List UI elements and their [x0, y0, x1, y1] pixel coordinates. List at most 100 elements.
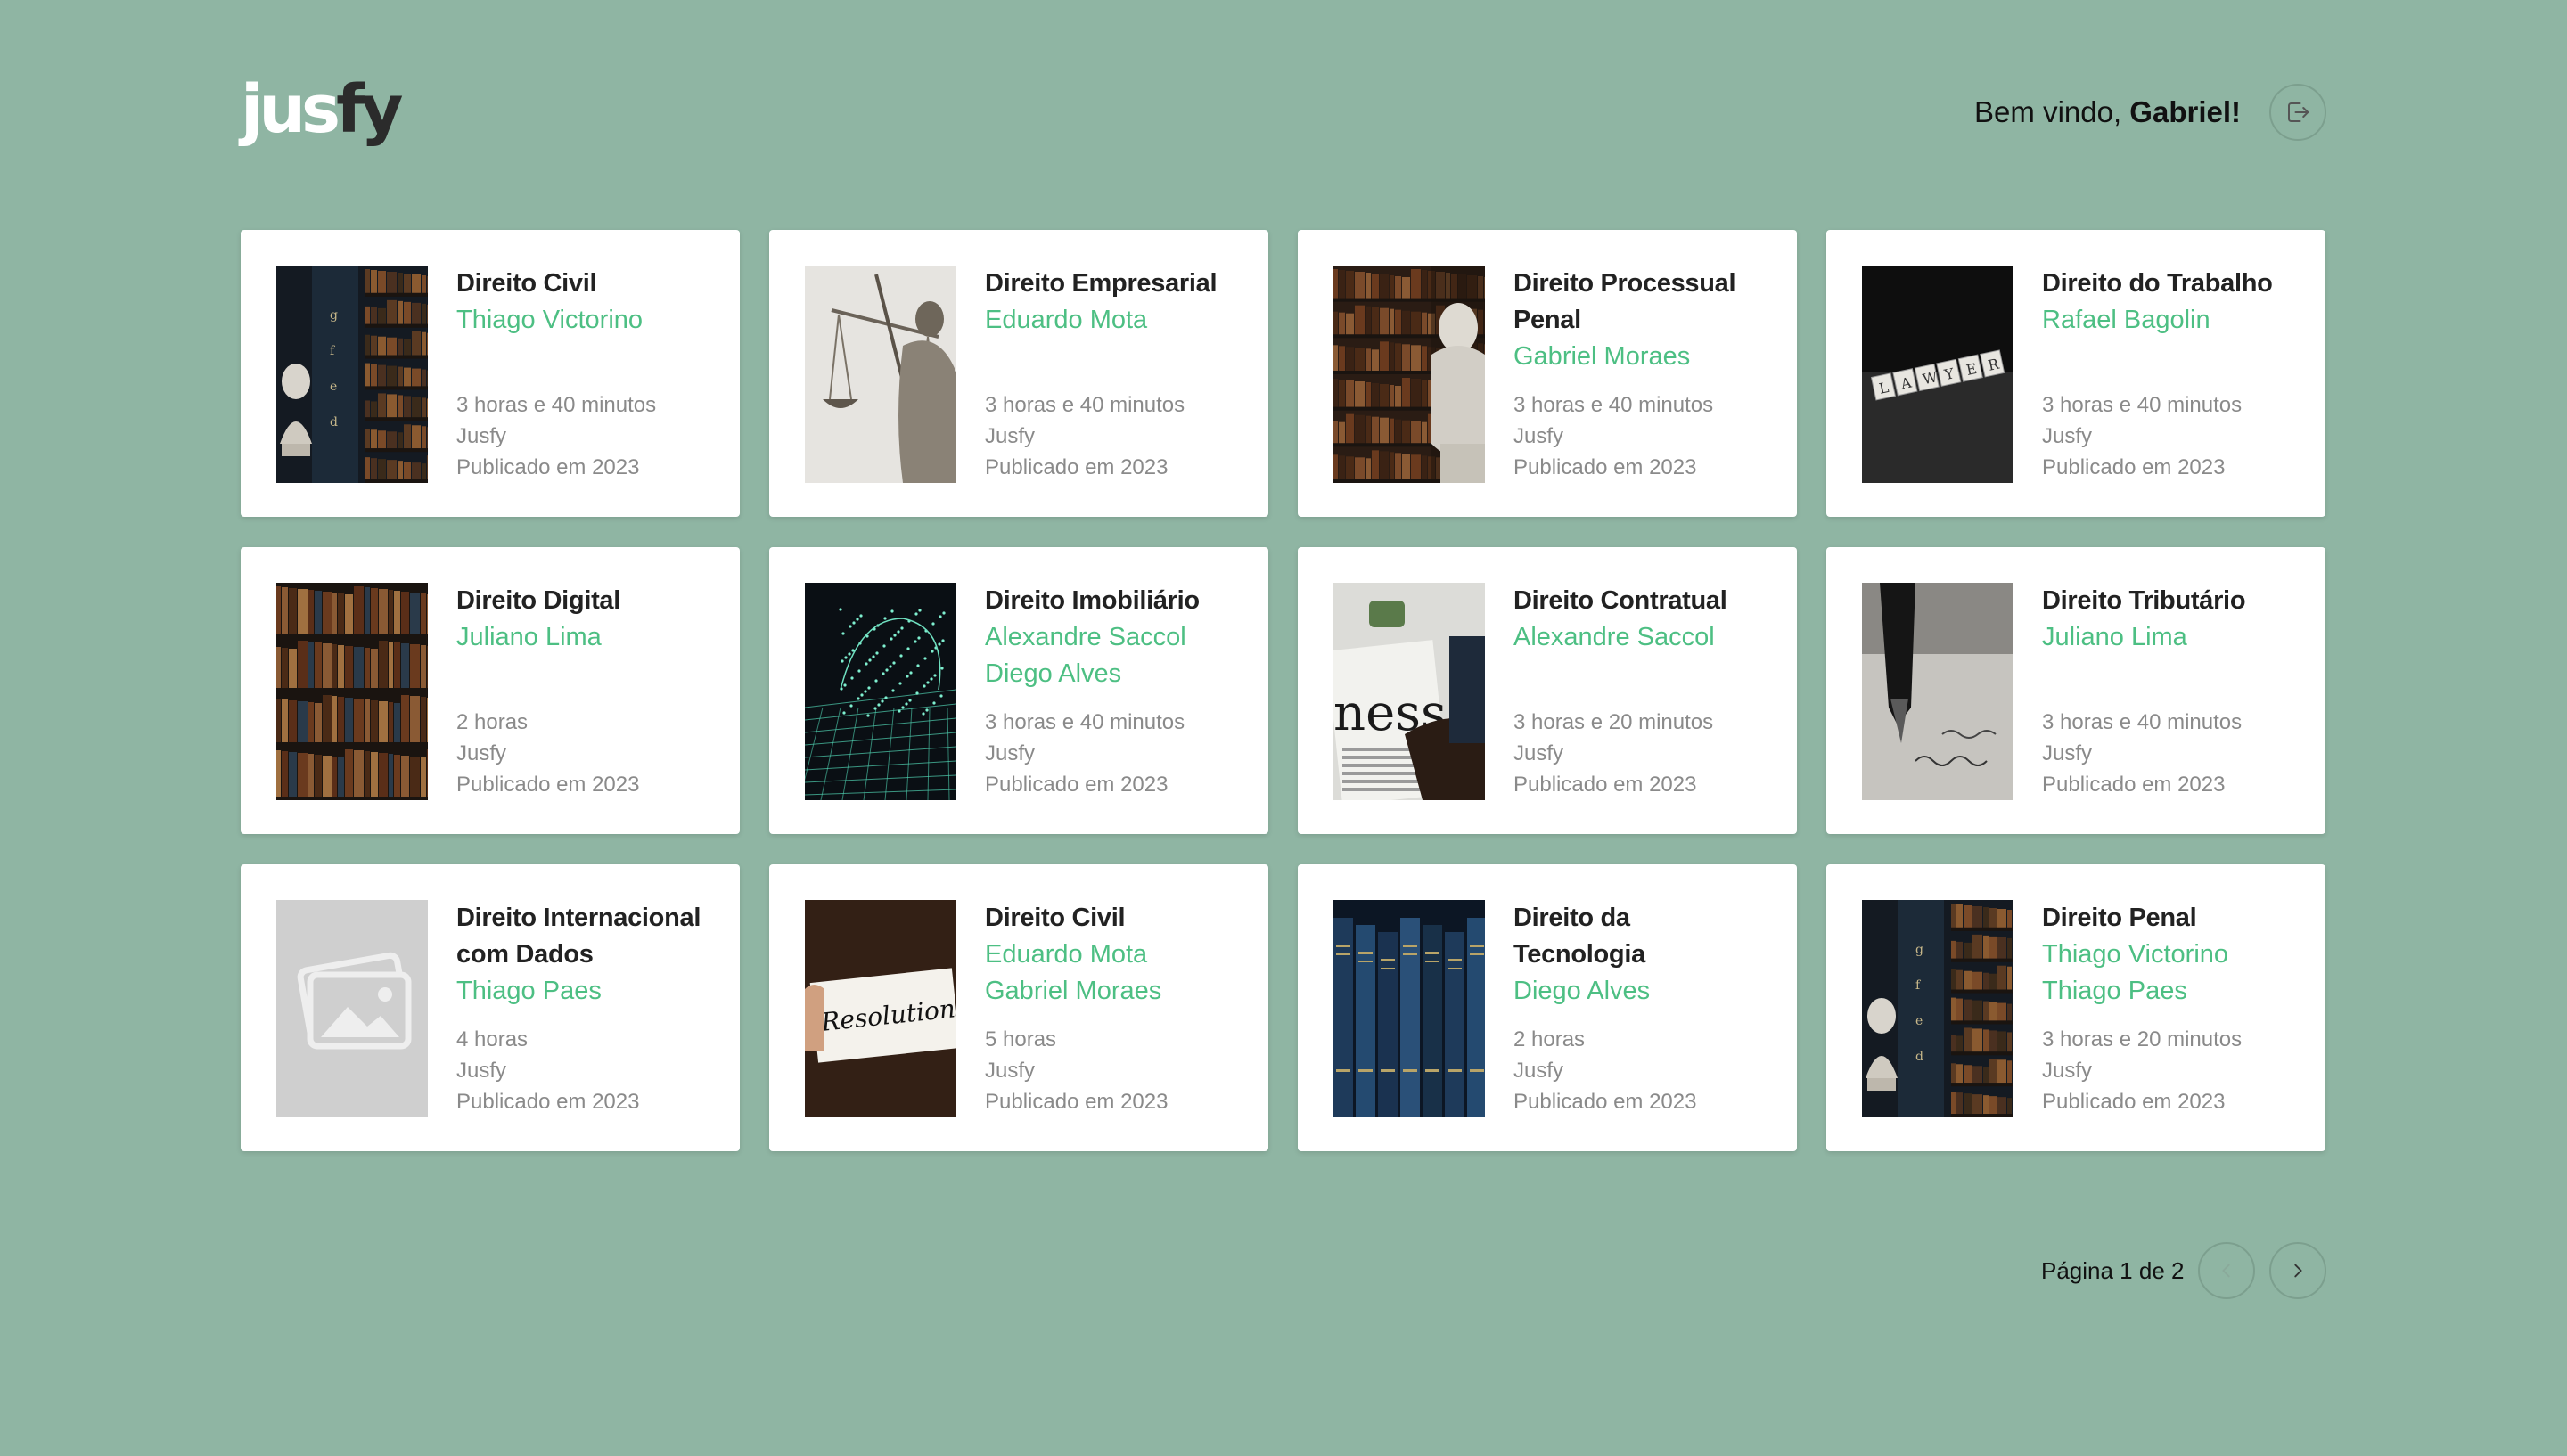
course-author[interactable]: Gabriel Moraes	[1513, 339, 1761, 375]
course-info: Direito da Tecnologia Diego Alves 2 horas J…	[1513, 900, 1761, 1117]
course-info: Direito Empresarial Eduardo Mota 3 horas e…	[985, 266, 1233, 483]
course-info: Direito Tributário Juliano Lima 3 horas e …	[2042, 583, 2290, 800]
course-card[interactable]: Direito Internacional com Dados Thiago Pa…	[241, 864, 740, 1151]
course-author[interactable]: Thiago Paes	[456, 973, 704, 1010]
course-card[interactable]: Direito da Tecnologia Diego Alves 2 horas J…	[1298, 864, 1797, 1151]
course-published-date: Publicado em 2023	[2042, 455, 2226, 479]
course-author[interactable]: Eduardo Mota	[985, 937, 1233, 973]
course-publisher: Jusfy	[1513, 424, 1564, 448]
next-page-button[interactable]	[2269, 1242, 2326, 1299]
course-published-date: Publicado em 2023	[456, 455, 640, 479]
course-title: Direito Processual Penal	[1513, 269, 1736, 334]
course-author[interactable]: Alexandre Saccol	[1513, 619, 1761, 656]
course-title: Direito Contratual	[1513, 586, 1727, 615]
user-name: Gabriel!	[2129, 95, 2241, 128]
jusfy-logo[interactable]: jusfy	[241, 77, 404, 143]
course-published-date: Publicado em 2023	[2042, 1090, 2226, 1114]
course-thumbnail	[276, 900, 428, 1117]
course-title: Direito Internacional com Dados	[456, 904, 701, 969]
course-info: Direito Digital Juliano Lima 2 horas Jusfy P…	[456, 583, 704, 800]
svg-text:d: d	[1915, 1050, 1923, 1064]
course-meta: 3 horas e 20 minutos Jusfy Publicado em 20…	[1513, 707, 1713, 800]
course-thumbnail: LAWYER	[1862, 266, 2013, 483]
course-meta: 3 horas e 40 minutos Jusfy Publicado em 20…	[985, 707, 1185, 800]
course-author[interactable]: Juliano Lima	[2042, 619, 2290, 656]
course-author[interactable]: Diego Alves	[1513, 973, 1761, 1010]
course-thumbnail	[1862, 583, 2013, 800]
course-card[interactable]: Direito Imobiliário Alexandre Saccol Diego…	[769, 547, 1268, 834]
course-title: Direito Civil	[456, 269, 597, 298]
svg-text:e: e	[1915, 1014, 1923, 1028]
course-publisher: Jusfy	[456, 424, 507, 448]
course-duration: 4 horas	[456, 1027, 529, 1051]
course-meta: 5 horas Jusfy Publicado em 2023	[985, 1024, 1168, 1117]
course-meta: 4 horas Jusfy Publicado em 2023	[456, 1024, 639, 1117]
course-publisher: Jusfy	[985, 424, 1036, 448]
prev-page-button[interactable]	[2198, 1242, 2255, 1299]
course-card[interactable]: Direito Empresarial Eduardo Mota 3 horas e…	[769, 230, 1268, 517]
course-author[interactable]: Thiago Paes	[2042, 973, 2290, 1010]
course-publisher: Jusfy	[985, 741, 1036, 765]
course-title: Direito da Tecnologia	[1513, 904, 1645, 969]
course-card[interactable]: Direito Digital Juliano Lima 2 horas Jusfy P…	[241, 547, 740, 834]
pagination-label: Página 1 de 2	[2041, 1257, 2185, 1284]
chevron-left-icon	[2222, 1264, 2230, 1278]
course-thumbnail	[276, 583, 428, 800]
course-info: Direito Processual Penal Gabriel Moraes 3 …	[1513, 266, 1761, 483]
course-thumbnail: g f e d	[276, 266, 428, 483]
course-publisher: Jusfy	[456, 741, 507, 765]
course-publisher: Jusfy	[1513, 1059, 1564, 1083]
course-duration: 3 horas e 40 minutos	[985, 393, 1185, 417]
course-card[interactable]: Direito Processual Penal Gabriel Moraes 3 …	[1298, 230, 1797, 517]
course-author[interactable]: Rafael Bagolin	[2042, 302, 2290, 339]
svg-text:g: g	[330, 308, 338, 323]
course-card[interactable]: Direito Tributário Juliano Lima 3 horas e …	[1826, 547, 2325, 834]
course-card[interactable]: g f e d Direito Civil Thiago Victorino 3 h…	[241, 230, 740, 517]
logo-text-fy: fy	[336, 71, 403, 148]
course-meta: 2 horas Jusfy Publicado em 2023	[456, 707, 639, 800]
course-duration: 3 horas e 40 minutos	[985, 710, 1185, 734]
course-title: Direito Penal	[2042, 904, 2197, 932]
course-info: Direito Civil Thiago Victorino 3 horas e 4…	[456, 266, 704, 483]
course-meta: 3 horas e 40 minutos Jusfy Publicado em 20…	[1513, 389, 1713, 483]
svg-text:d: d	[330, 415, 338, 429]
course-card[interactable]: LAWYER Direito do Trabalho Rafael Bagolin…	[1826, 230, 2325, 517]
course-publisher: Jusfy	[2042, 1059, 2093, 1083]
course-author[interactable]: Juliano Lima	[456, 619, 704, 656]
welcome-message: Bem vindo, Gabriel!	[1974, 94, 2241, 130]
course-author[interactable]: Gabriel Moraes	[985, 973, 1233, 1010]
chevron-right-icon	[2294, 1264, 2302, 1278]
course-info: Direito Imobiliário Alexandre Saccol Diego…	[985, 583, 1233, 800]
page: jusfy Bem vindo, Gabriel! g f e d Direit…	[0, 0, 2567, 1456]
course-publisher: Jusfy	[2042, 424, 2093, 448]
course-author[interactable]: Thiago Victorino	[456, 302, 704, 339]
course-publisher: Jusfy	[2042, 741, 2093, 765]
course-title: Direito Empresarial	[985, 269, 1218, 298]
course-author[interactable]: Eduardo Mota	[985, 302, 1233, 339]
course-info: Direito Internacional com Dados Thiago Pa…	[456, 900, 704, 1117]
course-card[interactable]: g f e d Direito Penal Thiago Victorino Thi…	[1826, 864, 2325, 1151]
course-published-date: Publicado em 2023	[1513, 455, 1697, 479]
svg-text:e: e	[330, 380, 337, 394]
course-duration: 3 horas e 20 minutos	[2042, 1027, 2243, 1051]
course-info: Direito Contratual Alexandre Saccol 3 hora…	[1513, 583, 1761, 800]
course-duration: 5 horas	[985, 1027, 1057, 1051]
course-meta: 2 horas Jusfy Publicado em 2023	[1513, 1024, 1696, 1117]
course-published-date: Publicado em 2023	[1513, 773, 1697, 797]
course-duration: 3 horas e 40 minutos	[456, 393, 657, 417]
course-thumbnail	[805, 266, 956, 483]
course-thumbnail: Resolutions	[805, 900, 956, 1117]
course-card[interactable]: ness Direito Contratual Alexandre Saccol 3…	[1298, 547, 1797, 834]
course-author[interactable]: Thiago Victorino	[2042, 937, 2290, 973]
course-meta: 3 horas e 40 minutos Jusfy Publicado em 20…	[2042, 389, 2242, 483]
course-duration: 3 horas e 40 minutos	[2042, 393, 2243, 417]
course-published-date: Publicado em 2023	[456, 773, 640, 797]
course-published-date: Publicado em 2023	[2042, 773, 2226, 797]
course-meta: 3 horas e 40 minutos Jusfy Publicado em 20…	[456, 389, 656, 483]
course-author[interactable]: Diego Alves	[985, 656, 1233, 692]
course-published-date: Publicado em 2023	[985, 455, 1169, 479]
logout-button[interactable]	[2269, 84, 2326, 141]
course-publisher: Jusfy	[456, 1059, 507, 1083]
course-card[interactable]: Resolutions Direito Civil Eduardo Mota Gab…	[769, 864, 1268, 1151]
course-author[interactable]: Alexandre Saccol	[985, 619, 1233, 656]
